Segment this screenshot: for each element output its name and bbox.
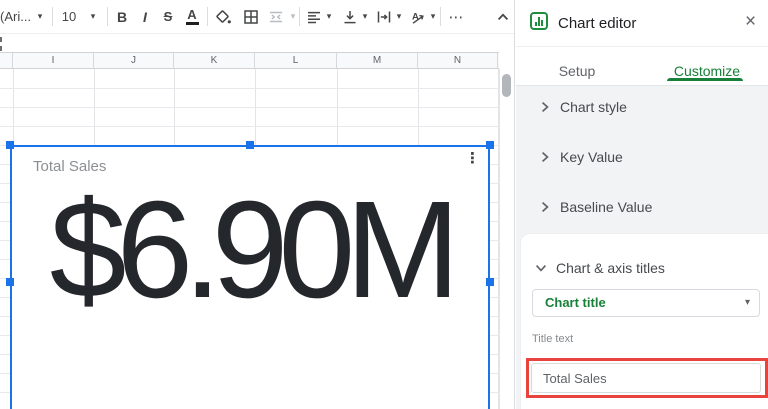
resize-handle-left-middle[interactable] <box>6 278 14 286</box>
vertical-scrollbar-thumb[interactable] <box>502 74 511 97</box>
chart-editor-panel: Chart editor × Setup Customize Chart sty… <box>514 0 768 409</box>
fill-color-icon[interactable] <box>210 0 236 33</box>
text-color-button[interactable]: A <box>180 0 204 33</box>
section-chart-style[interactable]: Chart style <box>515 95 768 121</box>
italic-button[interactable]: I <box>134 0 156 33</box>
column-header-K[interactable]: K <box>174 53 255 68</box>
column-header-J[interactable]: J <box>94 53 174 68</box>
resize-handle-top-middle[interactable] <box>246 141 254 149</box>
red-annotation-box <box>526 358 768 398</box>
grid-line <box>499 69 500 409</box>
tabbar-divider <box>516 85 768 86</box>
resize-handle-right-middle[interactable] <box>486 278 494 286</box>
dropdown-arrow-icon: ▾ <box>744 297 750 308</box>
font-size-selector[interactable]: 10 <box>56 0 82 33</box>
column-header-L[interactable]: L <box>255 53 337 68</box>
toolbar: (Ari... ▾ 10 ▾ B I S A ▾ ▾ ▾ ▾ A ▾ ⋯ <box>0 0 514 33</box>
collapse-toolbar-button[interactable] <box>493 0 513 33</box>
font-size-value: 10 <box>61 9 77 24</box>
toolbar-divider <box>107 7 108 26</box>
spreadsheet-grid[interactable]: IJKLMN Total Sales $6.90M ⋮ <box>0 52 514 409</box>
column-header-I[interactable]: I <box>13 53 94 68</box>
text-wrap-dropdown-icon[interactable]: ▾ <box>392 0 406 33</box>
font-family-dropdown-icon[interactable]: ▾ <box>33 0 47 33</box>
horizontal-align-dropdown-icon[interactable]: ▾ <box>322 0 336 33</box>
font-family-selector[interactable]: (Ari... <box>0 0 34 33</box>
chevron-up-icon <box>497 12 509 20</box>
tab-setup[interactable]: Setup <box>539 58 615 84</box>
grid-line <box>0 88 499 89</box>
text-rotation-dropdown-icon[interactable]: ▾ <box>426 0 440 33</box>
panel-title: Chart editor <box>558 15 637 32</box>
title-text-label: Title text <box>532 333 574 345</box>
bold-button[interactable]: B <box>110 0 134 33</box>
title-type-selected-value: Chart title <box>545 295 606 310</box>
strikethrough-button[interactable]: S <box>156 0 180 33</box>
section-baseline-value[interactable]: Baseline Value <box>515 195 768 221</box>
merge-cells-dropdown-icon[interactable]: ▾ <box>286 0 300 33</box>
title-type-select[interactable]: Chart title ▾ <box>532 289 760 317</box>
font-size-dropdown-icon[interactable]: ▾ <box>86 0 100 33</box>
column-header-M[interactable]: M <box>337 53 418 68</box>
section-chart-axis-titles-card: Chart & axis titles Chart title ▾ Title … <box>520 233 768 409</box>
chevron-right-icon <box>536 198 554 221</box>
resize-handle-top-left[interactable] <box>6 141 14 149</box>
text-color-swatch <box>185 22 199 25</box>
chevron-down-icon <box>532 259 550 282</box>
chart-menu-kebab-icon[interactable]: ⋮ <box>461 149 484 169</box>
scorecard-chart[interactable]: Total Sales $6.90M ⋮ <box>10 145 490 409</box>
active-tab-underline <box>667 78 743 81</box>
chart-value: $6.90M <box>49 173 461 327</box>
toolbar-divider <box>52 7 53 26</box>
close-icon[interactable]: × <box>741 11 760 33</box>
grid-line <box>0 107 499 108</box>
clipped-text-fragment <box>0 46 2 51</box>
chevron-right-icon <box>536 98 554 121</box>
clipped-text-fragment <box>0 37 2 42</box>
toolbar-divider <box>299 7 300 26</box>
more-toolbar-button[interactable]: ⋯ <box>444 0 468 33</box>
resize-handle-top-right[interactable] <box>486 141 494 149</box>
toolbar-divider <box>440 7 441 26</box>
chart-editor-icon <box>530 12 548 30</box>
row-header-stub[interactable] <box>0 53 13 68</box>
borders-icon[interactable] <box>238 0 264 33</box>
section-chart-axis-titles[interactable]: Chart & axis titles <box>521 244 768 276</box>
panel-header-divider <box>516 46 768 47</box>
vertical-align-dropdown-icon[interactable]: ▾ <box>358 0 372 33</box>
merge-cells-icon[interactable] <box>264 0 288 33</box>
font-family-label: (Ari... <box>0 9 32 24</box>
column-header-N[interactable]: N <box>418 53 498 68</box>
chevron-right-icon <box>536 148 554 171</box>
section-key-value[interactable]: Key Value <box>515 145 768 171</box>
google-sheets-app: (Ari... ▾ 10 ▾ B I S A ▾ ▾ ▾ ▾ A ▾ ⋯ I J… <box>0 0 768 409</box>
formula-bar[interactable] <box>0 33 514 52</box>
toolbar-divider <box>207 7 208 26</box>
title-text-input[interactable] <box>531 363 761 393</box>
grid-line <box>0 126 499 127</box>
